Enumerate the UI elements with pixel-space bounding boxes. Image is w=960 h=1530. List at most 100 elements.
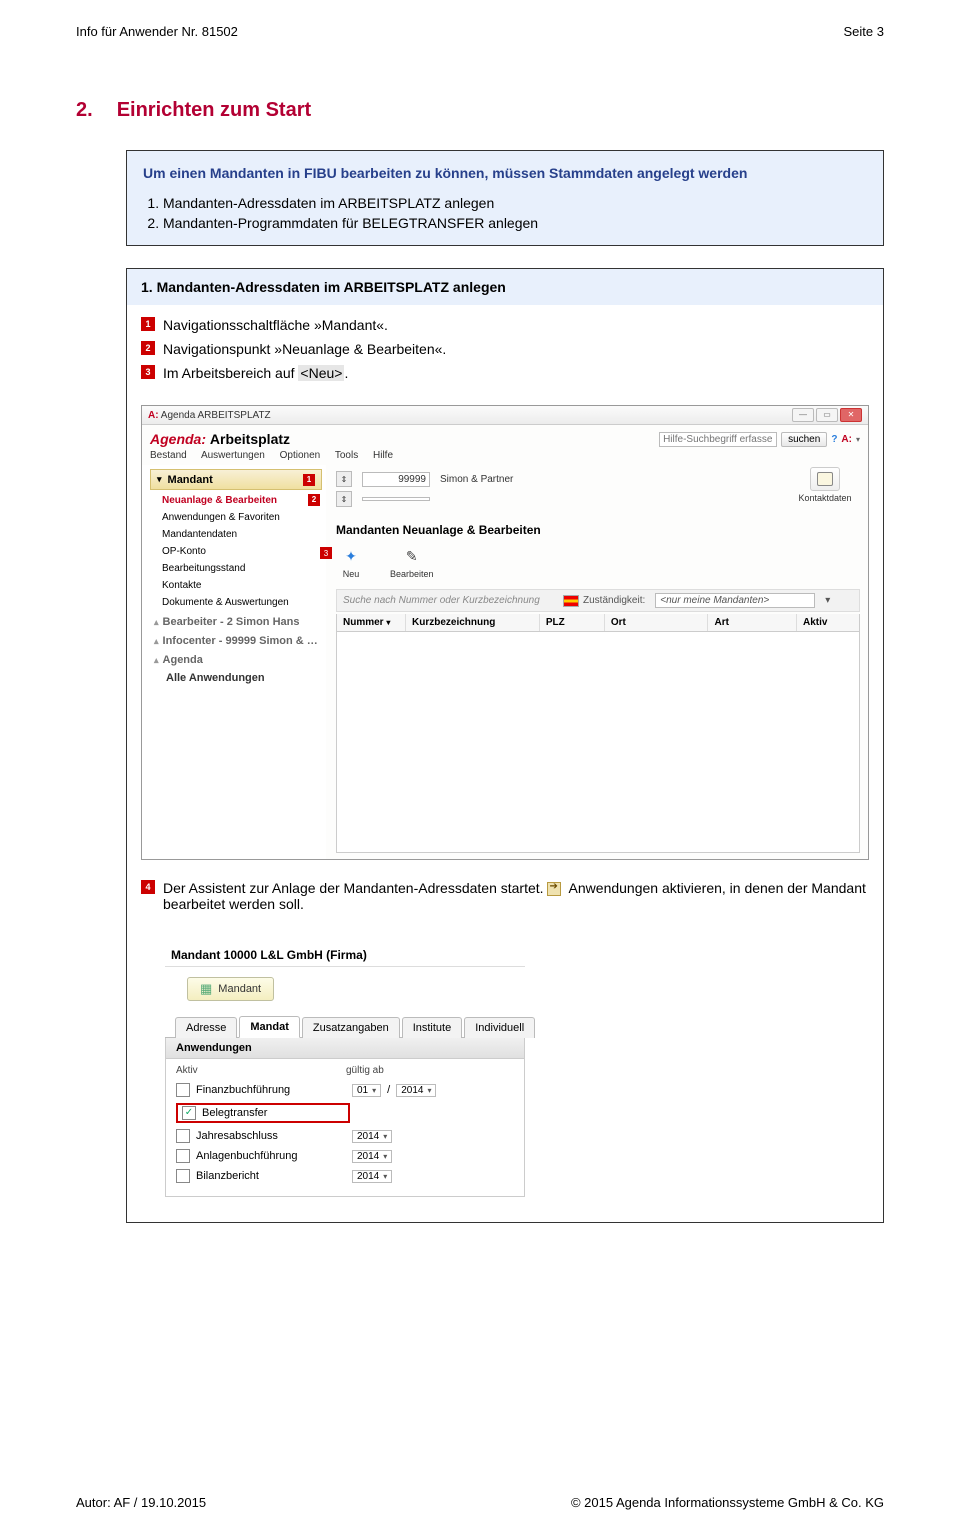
window-titlebar: A: Agenda ARBEITSPLATZ — ▭ ✕	[142, 406, 868, 425]
col-aktiv-label: Aktiv	[176, 1065, 346, 1076]
window-title: A: Agenda ARBEITSPLATZ	[148, 410, 271, 421]
sidebar-item[interactable]: Dokumente & Auswertungen	[162, 594, 322, 611]
bearbeiten-button[interactable]: ✎ Bearbeiten	[390, 545, 434, 579]
mandant-breadcrumb-button[interactable]: ▦ Mandant	[187, 977, 274, 1001]
sidebar-group[interactable]: Bearbeiter - 2 Simon Hans	[150, 611, 322, 630]
sidebar-item-neuanlage[interactable]: Neuanlage & Bearbeiten 2	[162, 492, 322, 509]
menu-item[interactable]: Bestand	[150, 450, 187, 461]
checkbox-anlagenbuchfuehrung[interactable]	[176, 1149, 190, 1163]
step-items: 1 Navigationsschaltfläche »Mandant«. 2 N…	[127, 305, 883, 399]
sidebar-item[interactable]: Anwendungen & Favoriten	[162, 509, 322, 526]
year-select[interactable]: 2014	[352, 1170, 392, 1183]
menu-item[interactable]: Optionen	[280, 450, 321, 461]
sidebar-list: Neuanlage & Bearbeiten 2 Anwendungen & F…	[150, 492, 322, 611]
callout-badge-2: 2	[308, 494, 320, 506]
year-select[interactable]: 2014	[352, 1150, 392, 1163]
step-2-text: Navigationspunkt »Neuanlage & Bearbeiten…	[163, 341, 869, 357]
zustaendigkeit-label: Zuständigkeit:	[563, 595, 645, 607]
tab-institute[interactable]: Institute	[402, 1017, 463, 1038]
tab-adresse[interactable]: Adresse	[175, 1017, 237, 1038]
callout-badge-3: 3	[320, 547, 332, 559]
tab-zusatzangaben[interactable]: Zusatzangaben	[302, 1017, 400, 1038]
menu-item[interactable]: Hilfe	[373, 450, 393, 461]
footer-left: Autor: AF / 19.10.2015	[76, 1495, 206, 1510]
kontaktdaten-button[interactable]: Kontaktdaten	[790, 467, 860, 503]
sidebar-item[interactable]: Mandantendaten	[162, 526, 322, 543]
neu-icon: ✦	[340, 545, 362, 567]
col-nummer[interactable]: Nummer ▾	[337, 614, 406, 631]
neu-button[interactable]: 3 ✦ Neu	[340, 545, 362, 579]
mandant-number[interactable]: 99999	[362, 472, 430, 487]
sidebar-mandant-header[interactable]: Mandant 1	[150, 469, 322, 490]
anwendungen-grid: Aktiv gültig ab Finanzbuchführung 01 / 2…	[165, 1059, 525, 1197]
section-heading: 2. Einrichten zum Start	[76, 99, 884, 122]
step-4: 4 Der Assistent zur Anlage der Mandanten…	[141, 880, 869, 912]
header-right: Seite 3	[844, 24, 884, 39]
brand: Agenda: Arbeitsplatz	[150, 431, 290, 447]
tab-mandat[interactable]: Mandat	[239, 1016, 300, 1038]
step-3: 3 Im Arbeitsbereich auf <Neu>.	[141, 365, 869, 381]
list-search-input[interactable]: Suche nach Nummer oder Kurzbezeichnung	[343, 595, 553, 606]
checkbox-fibu[interactable]	[176, 1083, 190, 1097]
help-search-button[interactable]: suchen	[781, 432, 827, 447]
updown-2[interactable]: ⇕	[336, 491, 352, 507]
step-badge-2: 2	[141, 341, 155, 355]
app-row-bilanzbericht: Bilanzbericht 2014	[176, 1166, 514, 1186]
sidebar-group[interactable]: Agenda	[150, 649, 322, 668]
col-ort[interactable]: Ort	[605, 614, 709, 631]
mandant-number-2[interactable]	[362, 497, 430, 501]
sidebar-item[interactable]: OP-Konto	[162, 543, 322, 560]
month-select[interactable]: 01	[352, 1084, 381, 1097]
table-body	[336, 632, 860, 853]
col-kurzbezeichnung[interactable]: Kurzbezeichnung	[406, 614, 540, 631]
step-1: 1 Navigationsschaltfläche »Mandant«.	[141, 317, 869, 333]
year-select[interactable]: 2014	[352, 1130, 392, 1143]
section-title: Einrichten zum Start	[117, 99, 311, 121]
step-1-text: Navigationsschaltfläche »Mandant«.	[163, 317, 869, 333]
step-2: 2 Navigationspunkt »Neuanlage & Bearbeit…	[141, 341, 869, 357]
app-row-belegtransfer: Belegtransfer	[176, 1100, 514, 1126]
step-3-text: Im Arbeitsbereich auf <Neu>.	[163, 365, 869, 381]
agenda-a-icon[interactable]: A:	[841, 434, 852, 445]
sidebar-group[interactable]: Infocenter - 99999 Simon & …	[150, 630, 322, 649]
step-title: 1. Mandanten-Adressdaten im ARBEITSPLATZ…	[127, 269, 883, 305]
zustaendigkeit-select[interactable]: <nur meine Mandanten>	[655, 593, 815, 608]
app-row-fibu: Finanzbuchführung 01 / 2014	[176, 1080, 514, 1100]
close-button[interactable]: ✕	[840, 408, 862, 422]
mandant-row: ⇕ 99999 Simon & Partner	[336, 471, 790, 487]
action-row: 3 ✦ Neu ✎ Bearbeiten	[336, 545, 860, 579]
year-select[interactable]: 2014	[396, 1084, 436, 1097]
help-search-input[interactable]	[659, 432, 777, 447]
screenshot-mandat: Mandant 10000 L&L GmbH (Firma) ▦ Mandant…	[165, 944, 525, 1197]
sidebar-item[interactable]: Kontakte	[162, 577, 322, 594]
menu-bar: Bestand Auswertungen Optionen Tools Hilf…	[142, 450, 868, 465]
section-num: 2.	[76, 99, 93, 121]
checkbox-bilanzbericht[interactable]	[176, 1169, 190, 1183]
step-badge-4: 4	[141, 880, 155, 894]
checkbox-belegtransfer[interactable]	[182, 1106, 196, 1120]
app-row-anlagenbuchfuehrung: Anlagenbuchführung 2014	[176, 1146, 514, 1166]
col-art[interactable]: Art	[708, 614, 797, 631]
sidebar-item[interactable]: Bearbeitungsstand	[162, 560, 322, 577]
list-search-row: Suche nach Nummer oder Kurzbezeichnung Z…	[336, 589, 860, 612]
menu-item[interactable]: Tools	[335, 450, 358, 461]
max-button[interactable]: ▭	[816, 408, 838, 422]
callout-badge-1: 1	[303, 474, 315, 486]
min-button[interactable]: —	[792, 408, 814, 422]
menu-item[interactable]: Auswertungen	[201, 450, 265, 461]
step-4-text: Der Assistent zur Anlage der Mandanten-A…	[163, 880, 869, 912]
sidebar-alle-anwendungen[interactable]: Alle Anwendungen	[150, 668, 322, 686]
checkbox-jahresabschluss[interactable]	[176, 1129, 190, 1143]
tab-individuell[interactable]: Individuell	[464, 1017, 535, 1038]
updown-1[interactable]: ⇕	[336, 471, 352, 487]
col-gueltig-label: gültig ab	[346, 1065, 384, 1076]
tabs: Adresse Mandat Zusatzangaben Institute I…	[165, 1005, 525, 1038]
main-title: Mandanten Neuanlage & Bearbeiten	[336, 523, 860, 537]
help-icon[interactable]: ?	[831, 434, 837, 445]
intro-item: Mandanten-Programmdaten für BELEGTRANSFE…	[163, 215, 867, 231]
intro-list: Mandanten-Adressdaten im ARBEITSPLATZ an…	[143, 195, 867, 231]
zustaendigkeit-dropdown-icon[interactable]: ▾	[825, 595, 830, 606]
col-aktiv[interactable]: Aktiv	[797, 614, 859, 631]
sidebar: Mandant 1 Neuanlage & Bearbeiten 2 Anwen…	[142, 465, 326, 859]
col-plz[interactable]: PLZ	[540, 614, 605, 631]
